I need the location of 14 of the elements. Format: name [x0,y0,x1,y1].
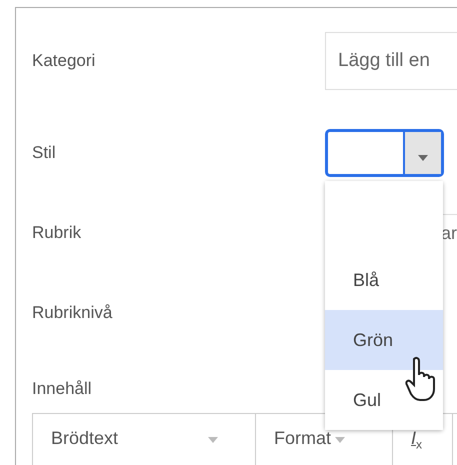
field-label: Innehåll [32,379,93,399]
caret-icon [208,437,218,443]
dropdown-option[interactable]: Gul [325,370,443,430]
style-select[interactable] [325,129,444,177]
dropdown-option[interactable]: Grön [325,310,443,370]
category-input[interactable]: Lägg till en [325,32,457,90]
block-format-dropdown[interactable]: Brödtext [33,414,256,465]
dropdown-option[interactable]: Blå [325,250,443,310]
field-label: Rubrik [32,223,82,243]
field-label: Stil [32,143,57,163]
field-label: Kategori [32,51,96,71]
caret-icon [418,154,428,160]
field-label: Rubriknivå [32,303,114,323]
caret-icon [335,437,346,443]
